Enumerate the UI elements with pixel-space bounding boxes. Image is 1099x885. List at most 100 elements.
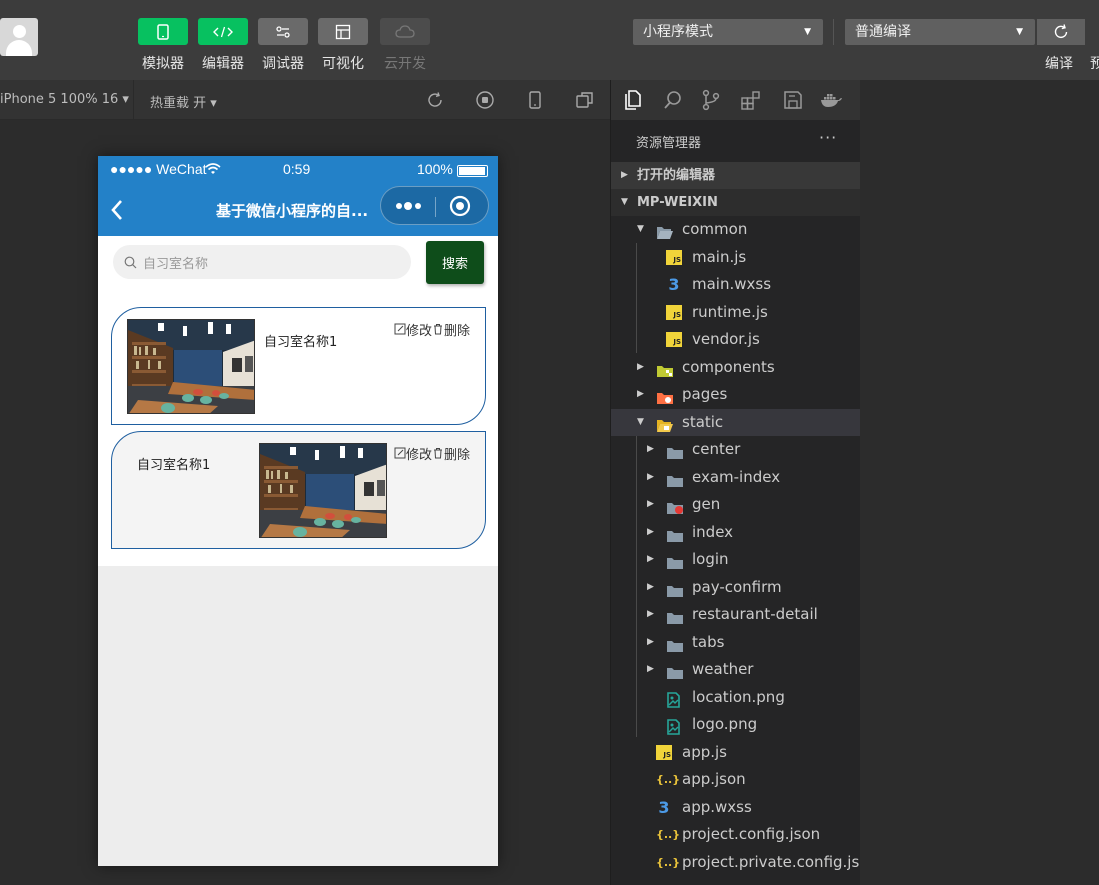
tree-item-label: gen xyxy=(692,495,721,513)
tree-file-row[interactable]: location.png xyxy=(611,684,861,711)
caret-down-icon: ▼ xyxy=(804,27,811,37)
extensions-icon[interactable] xyxy=(739,88,763,112)
tree-file-row[interactable]: {..} app.json xyxy=(611,766,861,793)
open-editors-section[interactable]: ▶ 打开的编辑器 xyxy=(611,162,861,189)
tree-item-label: project.config.json xyxy=(682,825,821,843)
chevron-down-icon: ▼ xyxy=(621,197,628,207)
stop-icon[interactable] xyxy=(475,90,495,110)
mode-select[interactable]: 小程序模式 ▼ xyxy=(633,19,823,45)
debugger-toggle[interactable]: 调试器 xyxy=(258,18,308,73)
search-icon xyxy=(124,256,137,269)
tree-folder-row[interactable]: ▶ login xyxy=(611,546,861,573)
list-item[interactable]: 自习室名称1 修改 删除 xyxy=(111,307,486,425)
edit-icon[interactable] xyxy=(394,323,406,339)
project-label: MP-WEIXIN xyxy=(637,195,718,210)
more-dots-icon[interactable] xyxy=(394,199,424,213)
edit-button[interactable]: 修改 xyxy=(406,320,432,339)
tree-folder-row[interactable]: ▶ restaurant-detail xyxy=(611,601,861,628)
delete-button[interactable]: 删除 xyxy=(444,444,470,463)
tree-item-label: pay-confirm xyxy=(692,578,782,596)
tree-file-row[interactable]: {..} project.private.config.js... xyxy=(611,849,874,876)
folder-open-icon xyxy=(656,222,673,239)
tree-folder-row[interactable]: ▶ pay-confirm xyxy=(611,574,861,601)
refresh-icon xyxy=(1054,24,1068,38)
popout-icon[interactable] xyxy=(575,90,595,110)
edit-icon[interactable] xyxy=(394,447,406,463)
tree-item-label: restaurant-detail xyxy=(692,605,818,623)
capsule-menu[interactable] xyxy=(380,186,489,225)
chevron-right-icon: ▶ xyxy=(647,637,654,647)
tree-folder-row[interactable]: ▶ gen xyxy=(611,491,861,518)
hot-reload-toggle[interactable]: 热重载 开 ▾ xyxy=(150,92,217,111)
tree-file-row[interactable]: 3 main.wxss xyxy=(611,271,861,298)
tree-folder-row[interactable]: ▶ pages xyxy=(611,381,861,408)
compile-button[interactable] xyxy=(1037,19,1085,45)
top-toolbar: 模拟器 编辑器 调试器 可视化 云开发 小程序模式 ▼ 普通编译 ▼ 编译 预 xyxy=(0,0,1099,80)
page-content: 自习室名称 搜索 自习室名称1 修改 删除 自习室名称1 修改 删除 xyxy=(98,236,498,566)
delete-icon[interactable] xyxy=(432,447,444,463)
delete-button[interactable]: 删除 xyxy=(444,320,470,339)
tree-item-label: main.js xyxy=(692,248,747,266)
close-capsule-icon[interactable] xyxy=(449,195,471,217)
docker-icon[interactable] xyxy=(819,88,843,112)
files-icon[interactable] xyxy=(621,88,645,112)
chevron-right-icon: ▶ xyxy=(647,554,654,564)
tree-file-row[interactable]: JS app.js xyxy=(611,739,861,766)
source-control-icon[interactable] xyxy=(699,88,723,112)
gen-folder-icon xyxy=(666,497,683,514)
chevron-right-icon: ▶ xyxy=(637,389,644,399)
card-actions: 修改 删除 xyxy=(394,320,470,339)
chevron-right-icon: ▶ xyxy=(647,444,654,454)
tree-file-row[interactable]: 3 app.wxss xyxy=(611,794,861,821)
list-item[interactable]: 自习室名称1 修改 删除 xyxy=(111,431,486,549)
cloud-label: 云开发 xyxy=(384,56,426,72)
json-file-icon: {..} xyxy=(656,773,681,786)
search-icon[interactable] xyxy=(661,88,685,112)
back-arrow-icon[interactable] xyxy=(110,198,124,222)
layout-icon xyxy=(318,18,368,45)
chevron-right-icon: ▶ xyxy=(647,582,654,592)
visual-toggle[interactable]: 可视化 xyxy=(318,18,368,73)
status-time: 0:59 xyxy=(283,161,311,177)
js-file-icon: JS xyxy=(666,305,682,320)
chevron-right-icon: ▶ xyxy=(647,499,654,509)
search-input[interactable]: 自习室名称 xyxy=(113,245,411,279)
tree-folder-row[interactable]: ▶ tabs xyxy=(611,629,861,656)
device-select[interactable]: iPhone 5 100% 16 ▾ xyxy=(0,92,129,107)
phone-icon[interactable] xyxy=(525,90,545,110)
editor-toggle[interactable]: 编辑器 xyxy=(198,18,248,73)
tree-folder-row[interactable]: ▶ components xyxy=(611,354,861,381)
battery-icon xyxy=(457,165,488,177)
rotate-icon[interactable] xyxy=(425,90,445,110)
tree-file-row[interactable]: JS runtime.js xyxy=(611,299,861,326)
tree-item-label: pages xyxy=(682,385,728,403)
tree-item-label: exam-index xyxy=(692,468,781,486)
folder-icon xyxy=(666,580,683,597)
search-button[interactable]: 搜索 xyxy=(426,241,484,284)
chevron-right-icon: ▶ xyxy=(621,170,628,180)
tree-item-label: login xyxy=(692,550,729,568)
delete-icon[interactable] xyxy=(432,323,444,339)
tree-folder-row[interactable]: ▼ common xyxy=(611,216,861,243)
tree-file-row[interactable]: logo.png xyxy=(611,711,861,738)
save-icon[interactable] xyxy=(781,88,805,112)
visual-label: 可视化 xyxy=(322,56,364,72)
user-avatar[interactable] xyxy=(0,18,38,56)
edit-button[interactable]: 修改 xyxy=(406,444,432,463)
tree-folder-row[interactable]: ▶ index xyxy=(611,519,861,546)
tree-file-row[interactable]: JS vendor.js xyxy=(611,326,861,353)
tree-folder-row[interactable]: ▶ weather xyxy=(611,656,861,683)
tree-folder-row[interactable]: ▶ center xyxy=(611,436,861,463)
cloud-toggle[interactable]: 云开发 xyxy=(380,18,430,73)
compile-select[interactable]: 普通编译 ▼ xyxy=(845,19,1035,45)
project-section[interactable]: ▼ MP-WEIXIN xyxy=(611,189,861,216)
more-options-icon[interactable]: ··· xyxy=(819,128,837,147)
tree-file-row[interactable]: JS main.js xyxy=(611,244,861,271)
tree-file-row[interactable]: {..} project.config.json xyxy=(611,821,861,848)
simulator-toggle[interactable]: 模拟器 xyxy=(138,18,188,73)
debug-icon xyxy=(258,18,308,45)
chevron-down-icon: ▼ xyxy=(637,417,644,427)
simulator-toolbar: iPhone 5 100% 16 ▾ 热重载 开 ▾ xyxy=(0,80,610,120)
tree-folder-row[interactable]: ▼ static xyxy=(611,409,861,436)
tree-folder-row[interactable]: ▶ exam-index xyxy=(611,464,861,491)
